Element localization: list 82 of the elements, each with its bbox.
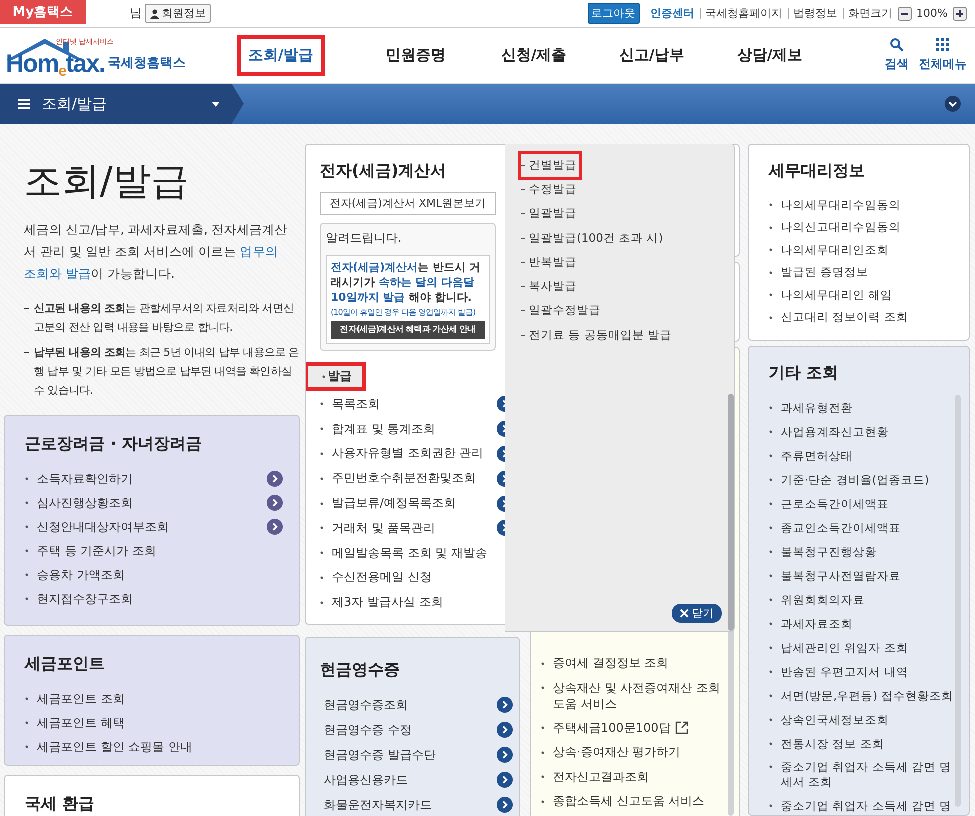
search-button[interactable]: 검색 xyxy=(885,38,909,73)
arrow-right-icon[interactable] xyxy=(267,471,283,487)
menu-link[interactable]: 종교인소득간이세액표 xyxy=(769,520,901,536)
arrow-right-icon[interactable] xyxy=(497,697,513,714)
grid-menu-icon xyxy=(936,38,950,52)
search-icon xyxy=(890,38,904,52)
arrow-right-icon[interactable] xyxy=(497,722,513,738)
top-link[interactable]: 국세청홈페이지 xyxy=(706,6,783,21)
xml-view-button[interactable]: 전자(세금)계산서 XML원본보기 xyxy=(320,192,496,215)
zoom-out-icon[interactable] xyxy=(898,6,912,20)
logo-wordmark[interactable]: Hom$_{e}$tax. xyxy=(6,50,105,80)
card-title: 근로장려금 · 자녀장려금 xyxy=(25,434,204,455)
external-link-icon xyxy=(674,721,689,736)
menu-link[interactable]: 근로소득간이세액표 xyxy=(769,496,889,512)
menu-link[interactable]: 현금영수증조회 xyxy=(320,696,408,714)
menu-link[interactable]: 납세관리인 위임자 조회 xyxy=(769,640,908,656)
zoom-value: 100% xyxy=(916,7,948,20)
menu-link[interactable]: 과세유형전환 xyxy=(769,400,853,416)
user-name-suffix: 님 xyxy=(130,5,142,22)
card-title: 전자(세금)계산서 xyxy=(320,161,448,182)
card-title: 세무대리정보 xyxy=(769,161,866,182)
notice-text: 전자(세금)계산서는 반드시 거래시기가 속하는 달의 다음달 10일까지 발급 해야 합니다. xyxy=(331,260,482,305)
nav-tab[interactable]: 조회/발급 xyxy=(239,37,323,74)
arrow-right-icon[interactable] xyxy=(497,772,513,788)
arrow-right-icon[interactable] xyxy=(497,747,513,764)
card-title: 기타 조회 xyxy=(769,363,840,384)
menu-link[interactable]: 기준·단순 경비율(업종코드) xyxy=(769,472,930,488)
zoom-in-icon[interactable] xyxy=(953,6,967,20)
menu-link[interactable]: 불복청구사전열람자료 xyxy=(769,568,901,584)
menu-link[interactable]: 신고대리 정보이력 조회 xyxy=(769,310,908,326)
menu-group[interactable]: 발급 xyxy=(306,364,364,389)
close-button[interactable]: 닫기 xyxy=(672,604,722,623)
menu-link[interactable]: 나의세무대리인 해임 xyxy=(769,288,893,303)
nav-tab[interactable]: 신청/제출 xyxy=(475,37,593,74)
notice-note: (10일이 휴일인 경우 다음 영업일까지 발급) xyxy=(331,307,477,318)
member-info-button[interactable]: 회원정보 xyxy=(145,4,211,23)
top-link[interactable]: 인증센터 xyxy=(650,6,695,21)
page-title: 조회/발급 xyxy=(24,158,190,205)
card-title: 현금영수증 xyxy=(320,660,401,681)
my-hometax-button[interactable]: My홈택스 xyxy=(0,0,86,24)
menu-link[interactable]: 위원회회의자료 xyxy=(769,592,865,608)
menu-link[interactable]: 전통시장 정보 조회 xyxy=(769,736,884,752)
menu-link[interactable]: 나의신고대리수임동의 xyxy=(769,220,901,236)
zoom-label: 화면크기 xyxy=(848,6,893,21)
menu-link[interactable]: 불복청구진행상황 xyxy=(769,544,877,560)
section-selector[interactable]: 조회/발급 xyxy=(0,84,244,124)
menu-link[interactable]: 서면(방문,우편등) 접수현황조회 xyxy=(769,688,954,704)
notice-title: 알려드립니다. xyxy=(326,230,403,247)
arrow-right-icon[interactable] xyxy=(267,519,283,535)
menu-icon xyxy=(18,99,30,109)
menu-link[interactable]: 사업용신용카드 xyxy=(320,772,408,789)
person-icon xyxy=(150,8,160,18)
chevron-down-icon[interactable] xyxy=(945,96,961,112)
menu-link[interactable]: 나의세무대리인조회 xyxy=(769,242,889,258)
menu-link[interactable]: 상속인국세정보조회 xyxy=(769,712,889,728)
nav-tab[interactable]: 신고/납부 xyxy=(593,37,711,74)
notice-link-button[interactable]: 전자(세금)계산서 혜택과 가산세 안내 xyxy=(331,321,485,339)
menu-link[interactable]: 과세자료조회 xyxy=(769,616,853,632)
card-title: 국세 환급 xyxy=(25,794,96,816)
logout-button[interactable]: 로그아웃 xyxy=(588,3,640,24)
menu-link[interactable]: 반송된 우편고지서 내역 xyxy=(769,664,908,680)
menu-link[interactable]: 주류면허상태 xyxy=(769,448,853,464)
card-title: 세금포인트 xyxy=(25,654,106,676)
menu-link[interactable]: 현금영수증 발급수단 xyxy=(320,746,436,764)
menu-link[interactable]: 발급된 증명정보 xyxy=(769,265,869,280)
top-link[interactable]: 법령정보 xyxy=(794,6,838,21)
menu-link[interactable]: 현금영수증 수정 xyxy=(320,722,412,739)
scrollbar[interactable] xyxy=(955,395,961,807)
menu-link[interactable]: 중소기업 취업자 소득세 감면 명 xyxy=(769,798,952,814)
menu-link[interactable]: 사업용계좌신고현황 xyxy=(769,424,889,440)
menu-link[interactable]: 나의세무대리수임동의 xyxy=(769,198,901,213)
arrow-right-icon[interactable] xyxy=(267,495,283,511)
site-name[interactable]: 국세청홈택스 xyxy=(108,54,186,72)
close-icon xyxy=(680,609,689,618)
arrow-right-icon[interactable] xyxy=(497,797,513,814)
scrollbar[interactable] xyxy=(728,394,734,631)
full-menu-button[interactable]: 전체메뉴 xyxy=(919,38,967,73)
caret-icon xyxy=(212,102,220,106)
nav-tab[interactable]: 상담/제보 xyxy=(711,37,829,74)
menu-link[interactable]: 화물운전자복지카드 xyxy=(320,796,432,814)
intro-text: 세금의 신고/납부, 과세자료제출, 전자세금계산서 관리 및 일반 조회 서비스에 이르는 업무의 조회와 발급이 가능합니다. xyxy=(24,221,289,283)
nav-tab[interactable]: 민원증명 xyxy=(357,37,475,74)
